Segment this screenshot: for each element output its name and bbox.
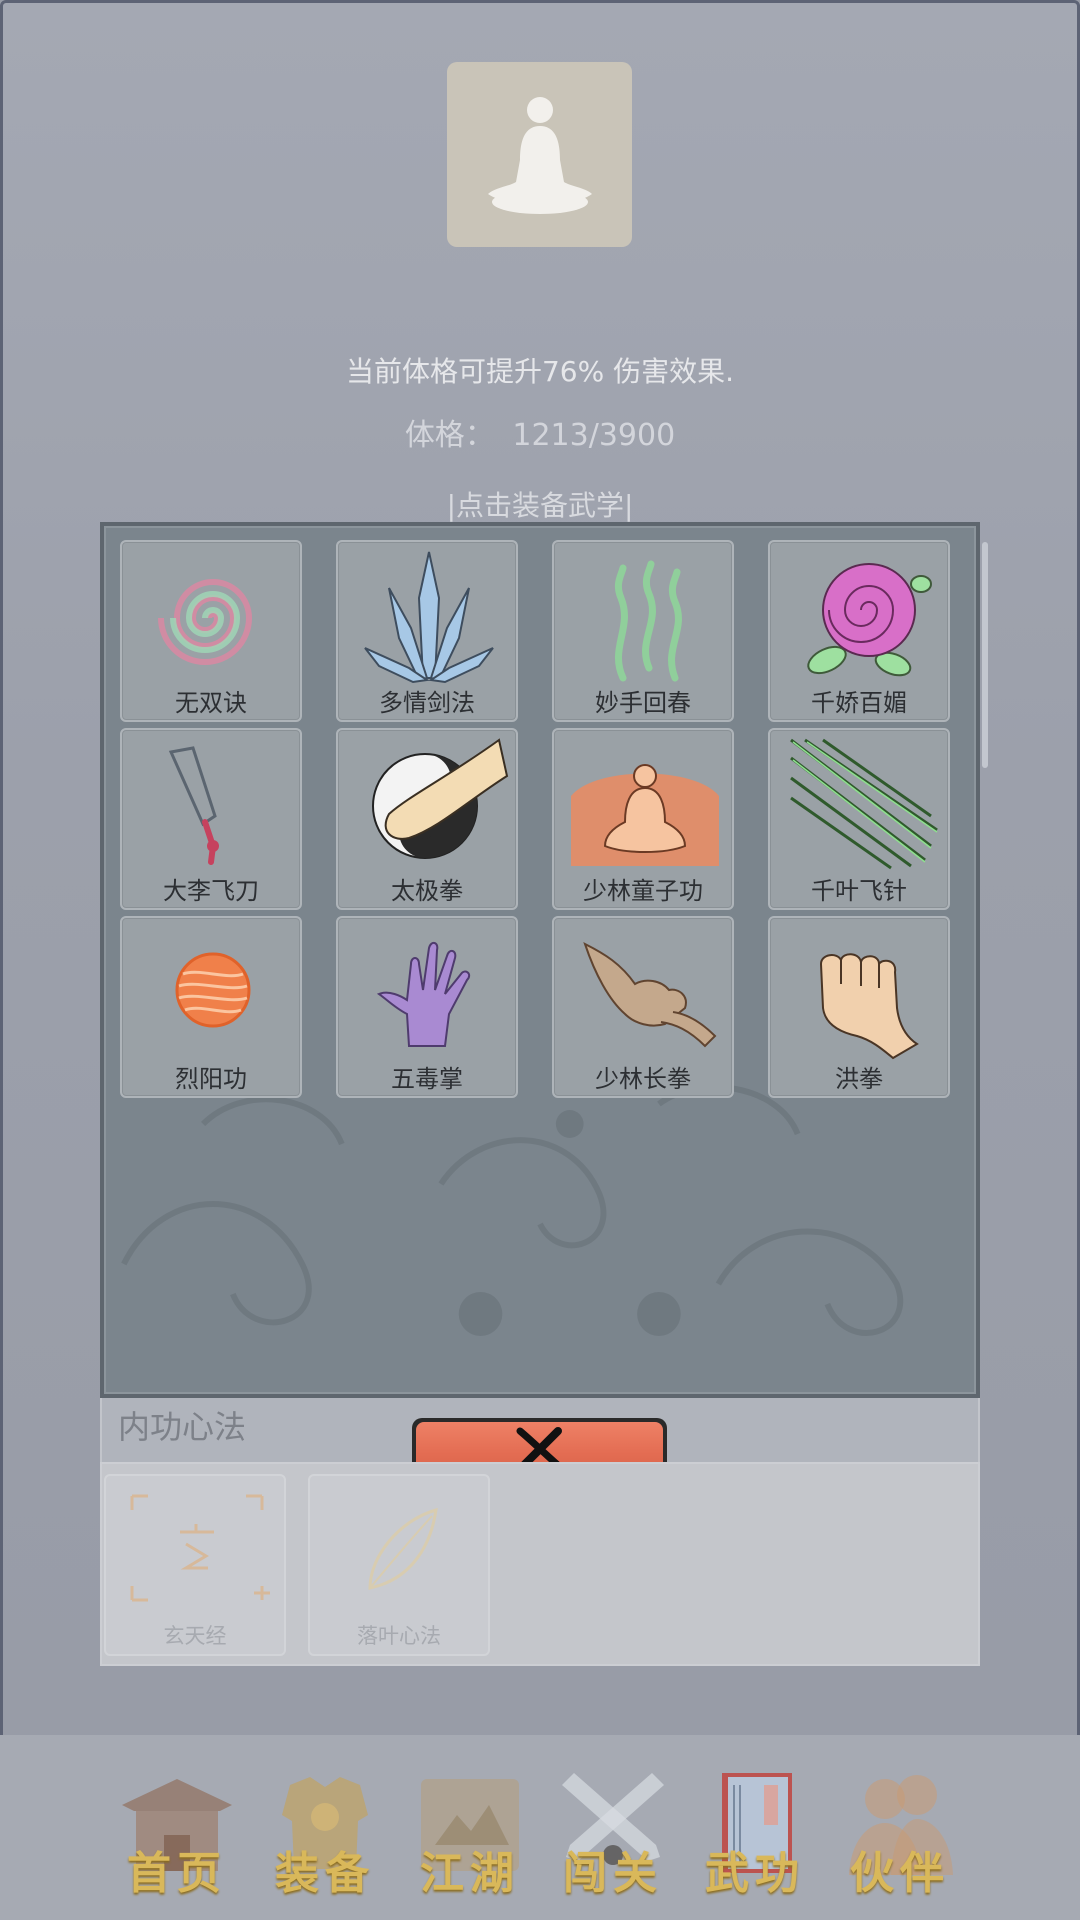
nav-equipment[interactable]: 装备 (260, 1765, 390, 1899)
nav-label: 闯关 (563, 1848, 663, 1899)
taiji-fist-icon (372, 738, 509, 859)
skill-label: 大李飞刀 (163, 877, 259, 905)
neigong-label: 玄天经 (163, 1624, 227, 1648)
skill-label: 少林童子功 (583, 877, 703, 905)
nav-label: 首页 (127, 1848, 227, 1899)
meditating-figure-icon (487, 96, 592, 214)
stat-value: 1213/3900 (512, 418, 676, 453)
spiral-icon (158, 579, 253, 665)
skill-label: 千叶飞针 (811, 877, 907, 905)
skill-card[interactable]: 妙手回春 (552, 540, 734, 722)
skill-card[interactable]: 洪拳 (768, 916, 950, 1098)
neigong-card[interactable]: 落叶心法 (308, 1474, 490, 1656)
nav-jianghu[interactable]: 江湖 (405, 1765, 535, 1899)
nav-home[interactable]: 首页 (112, 1765, 242, 1899)
equip-hint: |点击装备武学| (446, 489, 634, 522)
neigong-title: 内功心法 (118, 1408, 247, 1446)
skill-label: 无双诀 (175, 689, 247, 717)
skill-card[interactable]: 五毒掌 (336, 916, 518, 1098)
leaf-icon (368, 1507, 438, 1590)
skill-label: 少林长拳 (595, 1065, 691, 1093)
green-wisps-icon (614, 560, 682, 682)
skill-card[interactable]: 多情剑法 (336, 540, 518, 722)
skill-panel-scrollbar[interactable] (982, 542, 988, 768)
poison-palm-icon (376, 942, 471, 1047)
fire-orb-icon (175, 952, 251, 1028)
skill-card[interactable]: 无双诀 (120, 540, 302, 722)
crystal-blades-icon (364, 551, 494, 684)
nav-label: 江湖 (420, 1848, 520, 1899)
xuan-scroll-icon (130, 1494, 270, 1602)
nav-label: 装备 (275, 1848, 375, 1899)
skill-label: 多情剑法 (379, 689, 475, 717)
constitution-stat: 体格： 1213/3900 (0, 410, 1080, 454)
skill-label: 太极拳 (391, 877, 463, 905)
meditation-avatar[interactable] (447, 62, 632, 247)
bonus-text: 当前体格可提升76% 伤害效果. (345, 355, 735, 388)
fist-icon (819, 953, 919, 1060)
nav-label: 伙伴 (850, 1848, 950, 1899)
nav-martial-arts[interactable]: 武功 (690, 1765, 820, 1899)
skill-card[interactable]: 烈阳功 (120, 916, 302, 1098)
skill-label: 千娇百媚 (811, 689, 907, 717)
meditating-monk-icon (571, 764, 719, 866)
nav-companions[interactable]: 伙伴 (835, 1765, 965, 1899)
nav-label: 武功 (705, 1848, 805, 1899)
skill-label: 五毒掌 (391, 1065, 463, 1093)
skill-card[interactable]: 太极拳 (336, 728, 518, 910)
skill-card[interactable]: 千娇百媚 (768, 540, 950, 722)
skill-card[interactable]: 少林长拳 (552, 916, 734, 1098)
skill-card[interactable]: 少林童子功 (552, 728, 734, 910)
skill-label: 妙手回春 (595, 689, 691, 717)
skill-card[interactable]: 大李飞刀 (120, 728, 302, 910)
neigong-label: 落叶心法 (357, 1624, 441, 1648)
neigong-card[interactable]: 玄天经 (104, 1474, 286, 1656)
neigong-panel: 玄天经 落叶心法 (100, 1462, 980, 1666)
bottom-nav-bar: 首页 装备 江湖 闯关 武功 伙伴 (0, 1735, 1080, 1920)
stat-label: 体格： (404, 418, 495, 453)
flying-needles-icon (790, 738, 938, 870)
long-fist-icon (583, 942, 717, 1048)
cloud-pattern-decoration (121, 1084, 904, 1336)
rose-icon (807, 563, 932, 677)
skill-card[interactable]: 千叶飞针 (768, 728, 950, 910)
skill-label: 洪拳 (835, 1065, 883, 1093)
skill-label: 烈阳功 (175, 1065, 247, 1093)
flying-knife-icon (168, 746, 219, 865)
nav-challenge[interactable]: 闯关 (548, 1765, 678, 1899)
